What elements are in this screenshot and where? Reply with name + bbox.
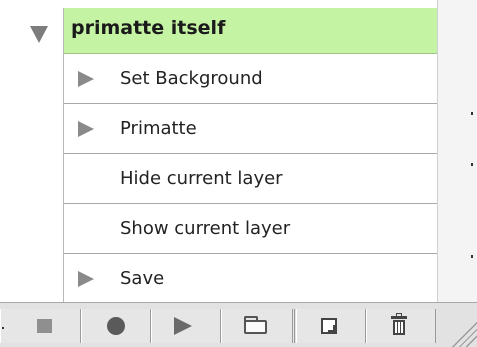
new-document-icon [321, 318, 337, 334]
left-gutter [0, 0, 63, 302]
action-item-label: Save [120, 268, 165, 289]
submenu-arrow-icon[interactable] [78, 121, 94, 137]
action-item-label: Hide current layer [120, 168, 283, 189]
submenu-arrow-icon[interactable] [78, 271, 94, 287]
action-item-save[interactable]: Save [64, 254, 437, 302]
action-item-label: Show current layer [120, 218, 291, 239]
resize-grip[interactable] [449, 309, 477, 347]
delete-button[interactable] [366, 309, 436, 343]
action-item-show-current-layer[interactable]: Show current layer [64, 204, 437, 254]
play-button[interactable] [151, 309, 221, 343]
trash-icon [391, 313, 407, 336]
edge-mark [2, 327, 4, 329]
action-item-hide-current-layer[interactable]: Hide current layer [64, 154, 437, 204]
action-group-title: primatte itself [71, 17, 226, 39]
action-item-label: Set Background [120, 68, 263, 89]
stop-icon [37, 319, 52, 333]
new-action-button[interactable] [296, 309, 366, 343]
record-icon [107, 317, 125, 335]
disclosure-triangle-expanded-icon[interactable] [30, 26, 48, 43]
actions-panel: primatte itself Set Background Primatte … [63, 8, 437, 302]
edge-mark [471, 255, 473, 258]
action-group-header[interactable]: primatte itself [64, 8, 437, 54]
play-icon [174, 317, 192, 335]
stop-button[interactable] [0, 309, 81, 343]
bottom-toolbar [0, 302, 477, 347]
record-button[interactable] [81, 309, 151, 343]
action-item-primatte[interactable]: Primatte [64, 104, 437, 154]
edge-mark [471, 163, 473, 166]
new-set-button[interactable] [221, 309, 295, 343]
submenu-arrow-icon[interactable] [78, 71, 94, 87]
edge-mark [471, 112, 473, 115]
action-item-set-background[interactable]: Set Background [64, 54, 437, 104]
action-item-label: Primatte [120, 118, 197, 139]
folder-icon [244, 316, 267, 334]
